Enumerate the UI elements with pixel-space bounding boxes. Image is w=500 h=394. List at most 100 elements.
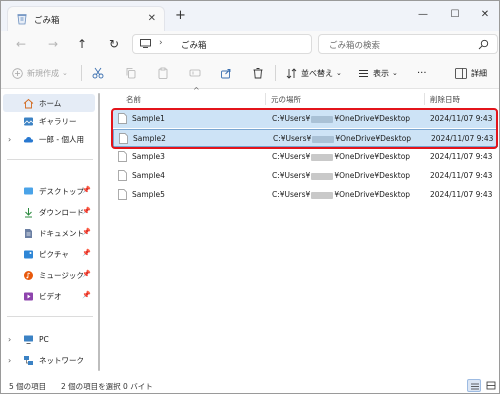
delete-button[interactable]	[252, 65, 264, 81]
chevron-down-icon: ⌄	[336, 69, 342, 77]
sort-ascending-icon: ^	[193, 86, 200, 95]
minimize-button[interactable]: —	[413, 7, 433, 23]
sidebar-item-label: ピクチャ	[39, 249, 69, 259]
table-row[interactable]: Sample2 C:¥Users¥ ¥OneDrive¥Desktop 2024/…	[113, 129, 498, 147]
recycle-bin-icon	[17, 14, 27, 25]
sidebar-item-videos[interactable]: ビデオ 📌	[3, 287, 95, 305]
maximize-button[interactable]: ☐	[445, 7, 465, 23]
close-tab-icon[interactable]: ✕	[148, 13, 156, 25]
sidebar-item-pc[interactable]: › PC	[3, 330, 95, 348]
tiles-view-icon	[486, 381, 496, 390]
expand-chevron-icon[interactable]: ›	[8, 356, 11, 365]
share-icon	[221, 69, 231, 79]
new-tab-button[interactable]: +	[175, 9, 186, 23]
sidebar-item-desktop[interactable]: デスクトップ 📌	[3, 182, 95, 200]
pin-icon[interactable]: 📌	[82, 186, 91, 194]
location-prefix: C:¥Users¥	[272, 190, 311, 199]
expand-chevron-icon[interactable]: ›	[8, 135, 11, 144]
new-button-label: 新規作成	[27, 68, 59, 78]
column-header-deleted[interactable]: 削除日時	[430, 94, 460, 105]
table-row[interactable]: Sample4 C:¥Users¥ ¥OneDrive¥Desktop 2024/…	[113, 167, 498, 185]
expand-chevron-icon[interactable]: ›	[8, 335, 11, 344]
scissors-icon	[92, 67, 104, 79]
sort-icon	[286, 67, 297, 79]
sidebar-item-music[interactable]: ミュージック 📌	[3, 266, 95, 284]
sort-button-label: 並べ替え	[301, 68, 333, 78]
share-button[interactable]	[220, 65, 232, 81]
details-pane-button[interactable]: 詳細	[455, 65, 487, 81]
column-divider[interactable]	[424, 93, 425, 105]
file-name: Sample2	[133, 134, 166, 143]
gallery-icon	[23, 117, 34, 125]
sidebar-item-label: ダウンロード	[39, 207, 84, 217]
column-header-location[interactable]: 元の場所	[271, 94, 301, 105]
search-placeholder: ごみ箱の検索	[329, 41, 381, 51]
rename-button[interactable]	[189, 65, 201, 81]
toolbar-divider	[81, 65, 82, 81]
column-header-name[interactable]: 名前	[126, 94, 141, 105]
view-button[interactable]: 表示 ⌄	[358, 65, 398, 81]
details-view-button[interactable]	[467, 379, 481, 392]
table-row[interactable]: Sample5 C:¥Users¥ ¥OneDrive¥Desktop 2024/…	[113, 186, 498, 204]
sidebar-item-label: デスクトップ	[39, 186, 84, 196]
sidebar-item-gallery[interactable]: ギャラリー	[3, 112, 95, 130]
redacted-username	[312, 135, 335, 143]
back-button[interactable]: ←	[12, 36, 30, 52]
forward-button[interactable]: →	[44, 36, 62, 52]
up-button[interactable]: ↑	[73, 36, 91, 52]
pin-icon[interactable]: 📌	[82, 270, 91, 278]
address-field[interactable]: › ごみ箱	[132, 34, 312, 54]
pin-icon[interactable]: 📌	[82, 291, 91, 299]
pin-icon[interactable]: 📌	[82, 207, 91, 215]
sort-button[interactable]: 並べ替え ⌄	[286, 65, 342, 81]
search-input[interactable]: ごみ箱の検索	[318, 34, 498, 54]
sidebar-item-documents[interactable]: ドキュメント 📌	[3, 224, 95, 242]
deleted-date: 2024/11/07 9:43	[430, 152, 493, 161]
sidebar-item-downloads[interactable]: ダウンロード 📌	[3, 203, 95, 221]
sidebar-item-label: ビデオ	[39, 291, 62, 301]
rename-icon	[189, 69, 201, 77]
sidebar-scrollbar[interactable]	[98, 93, 100, 371]
sidebar-item-pictures[interactable]: ピクチャ 📌	[3, 245, 95, 263]
pin-icon[interactable]: 📌	[82, 228, 91, 236]
copy-button[interactable]	[125, 65, 137, 81]
sidebar-item-label: 一郎 - 個人用	[39, 134, 84, 144]
tiles-view-button[interactable]	[484, 379, 498, 392]
original-location: C:¥Users¥ ¥OneDrive¥Desktop	[272, 114, 410, 123]
cloud-icon	[23, 136, 34, 142]
sidebar-item-onedrive[interactable]: › 一郎 - 個人用	[3, 130, 95, 148]
clipboard-icon	[158, 67, 168, 79]
paste-button[interactable]	[157, 65, 169, 81]
deleted-date: 2024/11/07 9:43	[430, 171, 493, 180]
sidebar-item-network[interactable]: › ネットワーク	[3, 351, 95, 369]
selection-info: 2 個の項目を選択 0 バイト	[61, 382, 153, 391]
view-button-label: 表示	[373, 68, 389, 78]
sidebar-item-label: ミュージック	[39, 270, 84, 280]
refresh-button[interactable]: ↻	[105, 36, 123, 52]
new-button[interactable]: 新規作成 ⌄	[12, 65, 68, 81]
column-divider[interactable]	[265, 93, 266, 105]
address-path: ごみ箱	[181, 41, 207, 51]
table-row[interactable]: Sample3 C:¥Users¥ ¥OneDrive¥Desktop 2024/…	[113, 148, 498, 166]
table-row[interactable]: Sample1 C:¥Users¥ ¥OneDrive¥Desktop 2024/…	[113, 110, 498, 128]
close-window-button[interactable]: ✕	[475, 7, 495, 23]
tab-recycle-bin[interactable]: ごみ箱 ✕	[7, 6, 165, 31]
sidebar-item-label: ドキュメント	[39, 228, 84, 238]
pin-icon[interactable]: 📌	[82, 249, 91, 257]
file-name: Sample5	[132, 190, 165, 199]
cut-button[interactable]	[92, 65, 104, 81]
original-location: C:¥Users¥ ¥OneDrive¥Desktop	[272, 171, 410, 180]
chevron-right-icon[interactable]: ›	[159, 38, 163, 48]
sidebar-item-home[interactable]: ホーム	[3, 94, 95, 112]
redacted-username	[311, 115, 334, 123]
deleted-date: 2024/11/07 9:43	[431, 134, 494, 143]
location-suffix: ¥OneDrive¥Desktop	[334, 171, 411, 180]
pictures-icon	[24, 250, 33, 258]
search-icon	[478, 39, 489, 50]
item-count: 5 個の項目	[9, 382, 47, 391]
pc-icon	[24, 335, 33, 344]
more-options-button[interactable]: ···	[417, 65, 427, 81]
title-bar: ごみ箱 ✕ + — ☐ ✕	[1, 1, 499, 31]
file-name: Sample1	[132, 114, 165, 123]
more-icon: ···	[417, 67, 427, 79]
